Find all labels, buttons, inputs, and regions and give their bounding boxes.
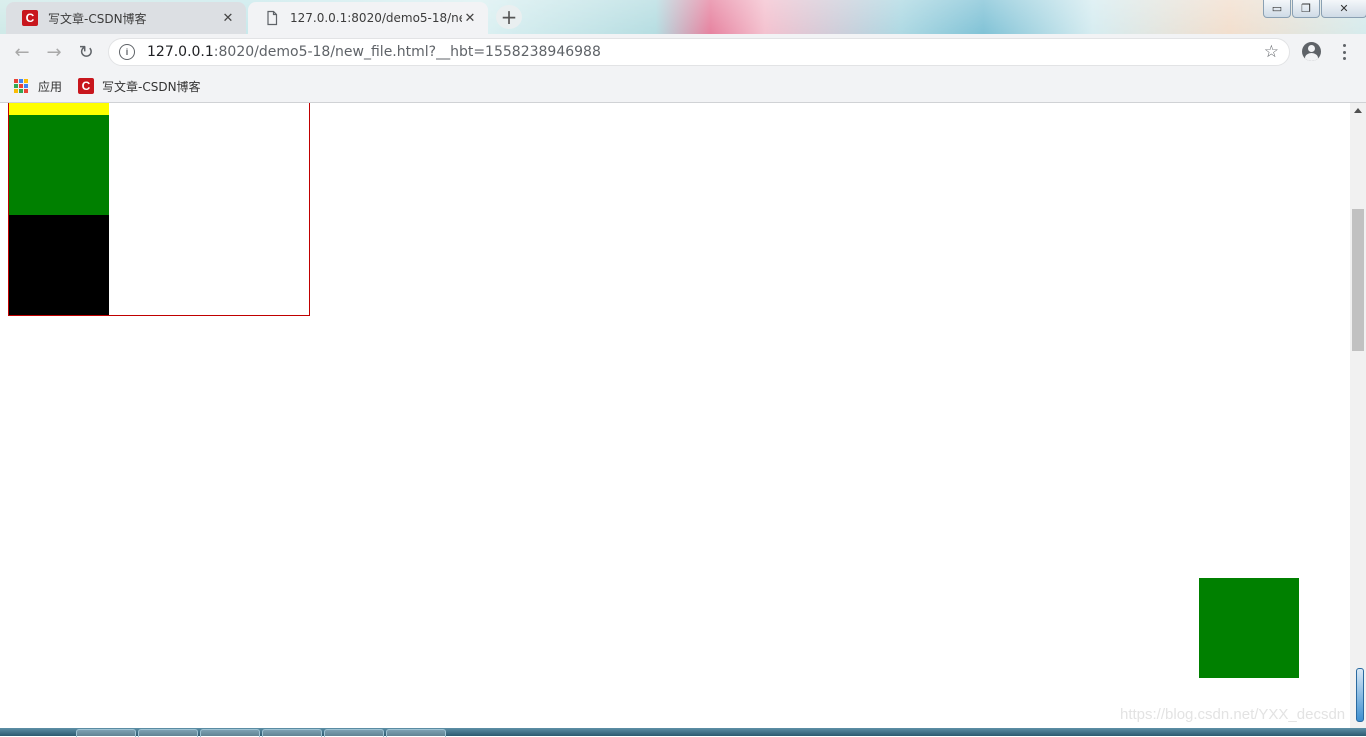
address-bar[interactable]: i 127.0.0.1:8020/demo5-18/new_file.html?… [108, 38, 1290, 66]
minimize-button[interactable]: ▭ [1263, 0, 1291, 18]
tab-csdn[interactable]: C 写文章-CSDN博客 ✕ [6, 2, 246, 34]
new-tab-button[interactable]: + [496, 5, 522, 29]
bookmark-apps[interactable]: 应用 [14, 76, 62, 96]
csdn-logo-icon: C [78, 78, 94, 94]
tab-strip: C 写文章-CSDN博客 ✕ 127.0.0.1:8020/demo5-18/n… [0, 0, 1366, 34]
tab-title: 写文章-CSDN博客 [48, 11, 147, 26]
window-controls: ▭ ❐ ✕ [1262, 0, 1366, 18]
bordered-container [8, 103, 310, 316]
tab-new-file[interactable]: 127.0.0.1:8020/demo5-18/new_file.html?__… [248, 2, 488, 34]
profile-avatar-icon[interactable] [1302, 42, 1321, 61]
taskbar [0, 728, 1366, 737]
yellow-block [9, 103, 109, 115]
tab-close-icon[interactable]: ✕ [462, 10, 478, 26]
url-host: 127.0.0.1 [147, 44, 214, 60]
scroll-up-arrow-icon[interactable] [1354, 108, 1362, 113]
restore-button[interactable]: ❐ [1292, 0, 1320, 18]
browser-toolbar: ← → ↻ i 127.0.0.1:8020/demo5-18/new_file… [0, 34, 1366, 70]
page-viewport: https://blog.csdn.net/YXX_decsdn [0, 103, 1350, 728]
bookmarks-bar: 应用 C 写文章-CSDN博客 [0, 70, 1366, 103]
tab-close-icon[interactable]: ✕ [220, 10, 236, 26]
apps-grid-icon [14, 79, 28, 93]
forward-button[interactable]: → [42, 41, 66, 63]
back-button[interactable]: ← [10, 41, 34, 63]
close-window-button[interactable]: ✕ [1321, 0, 1366, 18]
black-block [9, 215, 109, 315]
menu-icon[interactable] [1336, 42, 1352, 62]
url-path: :8020/demo5-18/new_file.html?__hbt=15582… [213, 44, 601, 60]
watermark: https://blog.csdn.net/YXX_decsdn [1120, 706, 1346, 723]
bookmark-star-icon[interactable]: ☆ [1264, 42, 1279, 62]
green-block [9, 115, 109, 215]
bookmark-label: 写文章-CSDN博客 [102, 79, 201, 94]
thermometer-icon [1356, 668, 1364, 722]
bookmark-label: 应用 [38, 79, 63, 94]
info-icon[interactable]: i [119, 44, 135, 60]
page-icon [264, 10, 280, 26]
vertical-scrollbar[interactable] [1350, 103, 1366, 728]
csdn-logo-icon: C [22, 10, 38, 26]
tab-title: 127.0.0.1:8020/demo5-18/new_file.html?__… [290, 11, 462, 25]
scrollbar-thumb[interactable] [1352, 209, 1364, 351]
bookmark-csdn[interactable]: C 写文章-CSDN博客 [78, 76, 201, 96]
reload-button[interactable]: ↻ [74, 41, 98, 63]
fixed-green-block [1199, 578, 1299, 678]
